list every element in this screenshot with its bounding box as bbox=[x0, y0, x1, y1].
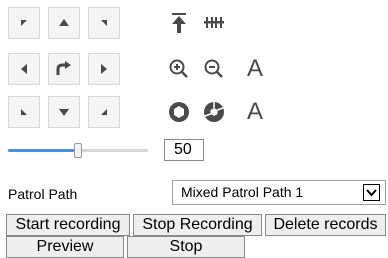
patrol-path-label: Patrol Path bbox=[8, 186, 78, 202]
auto-rotate-button[interactable] bbox=[48, 53, 80, 85]
zoom-in-button[interactable] bbox=[163, 53, 195, 85]
focus-adjust-icon bbox=[204, 17, 224, 28]
arrow-down-right-icon bbox=[101, 109, 107, 115]
speed-slider[interactable] bbox=[8, 142, 148, 160]
pan-up-button[interactable] bbox=[48, 7, 80, 39]
pan-right-button[interactable] bbox=[88, 53, 120, 85]
pan-up-right-button[interactable] bbox=[88, 7, 120, 39]
patrol-path-select[interactable]: Mixed Patrol Path 1 bbox=[172, 180, 386, 205]
pan-down-left-button[interactable] bbox=[8, 96, 40, 128]
stop-button[interactable]: Stop bbox=[127, 236, 245, 258]
pan-down-right-button[interactable] bbox=[88, 96, 120, 128]
arrow-up-left-icon bbox=[21, 20, 27, 26]
arrow-up-right-icon bbox=[101, 20, 107, 26]
patrol-path-selected: Mixed Patrol Path 1 bbox=[181, 184, 304, 200]
arrow-down-icon bbox=[59, 109, 69, 116]
redo-arrow-icon bbox=[56, 61, 71, 75]
font-zoom-out-button[interactable]: A bbox=[239, 96, 271, 128]
stop-recording-button[interactable]: Stop Recording bbox=[133, 214, 262, 236]
pan-left-button[interactable] bbox=[8, 53, 40, 85]
arrow-right-icon bbox=[101, 64, 107, 74]
speed-value[interactable]: 50 bbox=[164, 139, 204, 161]
pan-up-left-button[interactable] bbox=[8, 7, 40, 39]
iris-close-icon bbox=[204, 102, 224, 122]
arrow-down-left-icon bbox=[21, 109, 27, 115]
zoom-out-letter: A bbox=[246, 98, 263, 125]
focus-adjust-button[interactable] bbox=[198, 7, 230, 39]
iris-open-icon bbox=[169, 102, 189, 122]
delete-records-button[interactable]: Delete records bbox=[265, 214, 386, 236]
iris-close-button[interactable] bbox=[198, 96, 230, 128]
start-recording-button[interactable]: Start recording bbox=[6, 214, 130, 236]
zoom-in-icon bbox=[169, 59, 188, 78]
zoom-in-letter: A bbox=[246, 55, 263, 82]
slider-fill bbox=[8, 149, 78, 152]
arrow-left-icon bbox=[21, 64, 27, 74]
pin-top-icon bbox=[172, 13, 186, 33]
zoom-out-button[interactable] bbox=[198, 53, 230, 85]
preview-button[interactable]: Preview bbox=[6, 236, 124, 258]
slider-thumb[interactable] bbox=[74, 143, 82, 158]
chevron-down-icon[interactable] bbox=[363, 184, 380, 201]
font-zoom-in-button[interactable]: A bbox=[239, 53, 271, 85]
iris-open-button[interactable] bbox=[163, 96, 195, 128]
zoom-out-icon bbox=[204, 59, 223, 78]
arrow-up-icon bbox=[59, 19, 69, 26]
pan-down-button[interactable] bbox=[48, 96, 80, 128]
pin-top-button[interactable] bbox=[163, 7, 195, 39]
